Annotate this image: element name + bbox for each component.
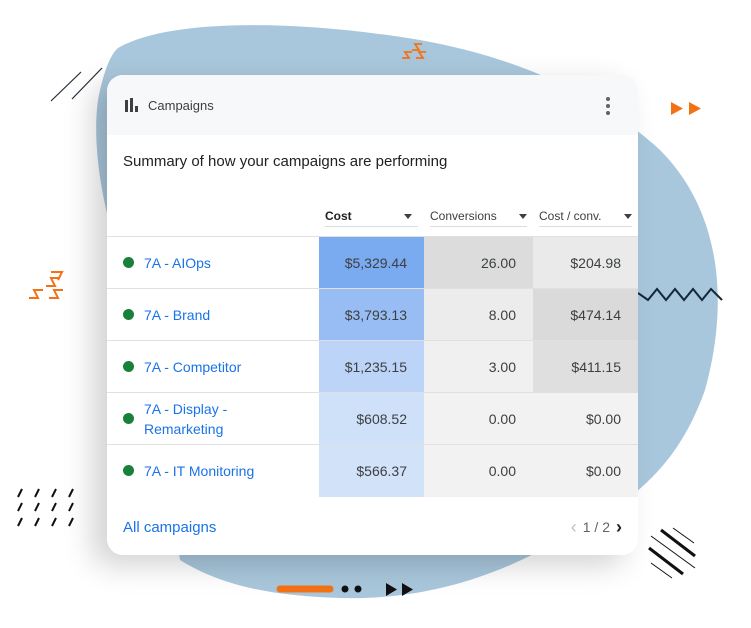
conversions-cell: 0.00 xyxy=(424,392,533,445)
cost-cell: $608.52 xyxy=(319,392,424,445)
campaign-link[interactable]: 7A - IT Monitoring xyxy=(144,461,254,481)
table-header-row: Cost Conversions Cost / conv. xyxy=(107,198,638,237)
card-title: Campaigns xyxy=(148,97,214,113)
campaign-link[interactable]: 7A - AIOps xyxy=(144,253,211,273)
campaign-link[interactable]: 7A - Display - Remarketing xyxy=(144,399,254,439)
header-conversions[interactable]: Conversions xyxy=(424,198,533,237)
all-campaigns-link[interactable]: All campaigns xyxy=(123,519,216,536)
bar-chart-icon xyxy=(125,98,138,112)
diagonal-lines-decoration xyxy=(648,527,696,579)
table-row: 7A - Brand $3,793.13 8.00 $474.14 xyxy=(107,288,638,341)
cost-cell: $1,235.15 xyxy=(319,340,424,393)
status-dot-icon xyxy=(123,413,134,424)
status-dot-icon xyxy=(123,309,134,320)
cost-per-conv-cell: $0.00 xyxy=(533,444,638,497)
cost-cell: $3,793.13 xyxy=(319,288,424,341)
slash-lines-decoration xyxy=(50,67,103,102)
zigzag-orange-left xyxy=(29,271,64,299)
conversions-cell: 26.00 xyxy=(424,236,533,289)
campaigns-card: Campaigns Summary of how your campaigns … xyxy=(107,75,638,555)
campaign-link[interactable]: 7A - Competitor xyxy=(144,357,241,377)
cost-per-conv-cell: $474.14 xyxy=(533,288,638,341)
cost-per-conv-cell: $411.15 xyxy=(533,340,638,393)
conversions-cell: 3.00 xyxy=(424,340,533,393)
more-vert-icon[interactable] xyxy=(606,97,610,115)
table-row: 7A - IT Monitoring $566.37 0.00 $0.00 xyxy=(107,444,638,497)
table-row: 7A - Display - Remarketing $608.52 0.00 … xyxy=(107,392,638,445)
header-cost-per-conv[interactable]: Cost / conv. xyxy=(533,198,638,237)
pagination: ‹ 1 / 2 › xyxy=(571,517,622,538)
cost-cell: $566.37 xyxy=(319,444,424,497)
card-footer: All campaigns ‹ 1 / 2 › xyxy=(107,499,638,555)
chevron-right-icon[interactable]: › xyxy=(616,517,622,538)
conversions-cell: 0.00 xyxy=(424,444,533,497)
conversions-cell: 8.00 xyxy=(424,288,533,341)
card-header: Campaigns xyxy=(107,75,638,135)
sort-caret-icon[interactable] xyxy=(624,213,632,219)
campaigns-table: Cost Conversions Cost / conv. 7A - AIOps… xyxy=(107,198,638,497)
cost-per-conv-cell: $0.00 xyxy=(533,392,638,445)
table-row: 7A - AIOps $5,329.44 26.00 $204.98 xyxy=(107,236,638,289)
cost-cell: $5,329.44 xyxy=(319,236,424,289)
card-subtitle: Summary of how your campaigns are perfor… xyxy=(123,153,448,170)
status-dot-icon xyxy=(123,361,134,372)
page-indicator: 1 / 2 xyxy=(582,519,610,535)
campaign-link[interactable]: 7A - Brand xyxy=(144,305,210,325)
header-cost[interactable]: Cost xyxy=(319,198,424,237)
header-campaign xyxy=(107,198,319,237)
status-dot-icon xyxy=(123,465,134,477)
play-arrows-orange xyxy=(671,102,701,115)
dash-grid-decoration xyxy=(17,488,74,527)
sort-caret-icon[interactable] xyxy=(404,213,412,219)
chevron-left-icon[interactable]: ‹ xyxy=(571,517,577,538)
cost-per-conv-cell: $204.98 xyxy=(533,236,638,289)
status-dot-icon xyxy=(123,257,134,268)
sort-caret-icon[interactable] xyxy=(519,213,527,219)
table-row: 7A - Competitor $1,235.15 3.00 $411.15 xyxy=(107,340,638,393)
